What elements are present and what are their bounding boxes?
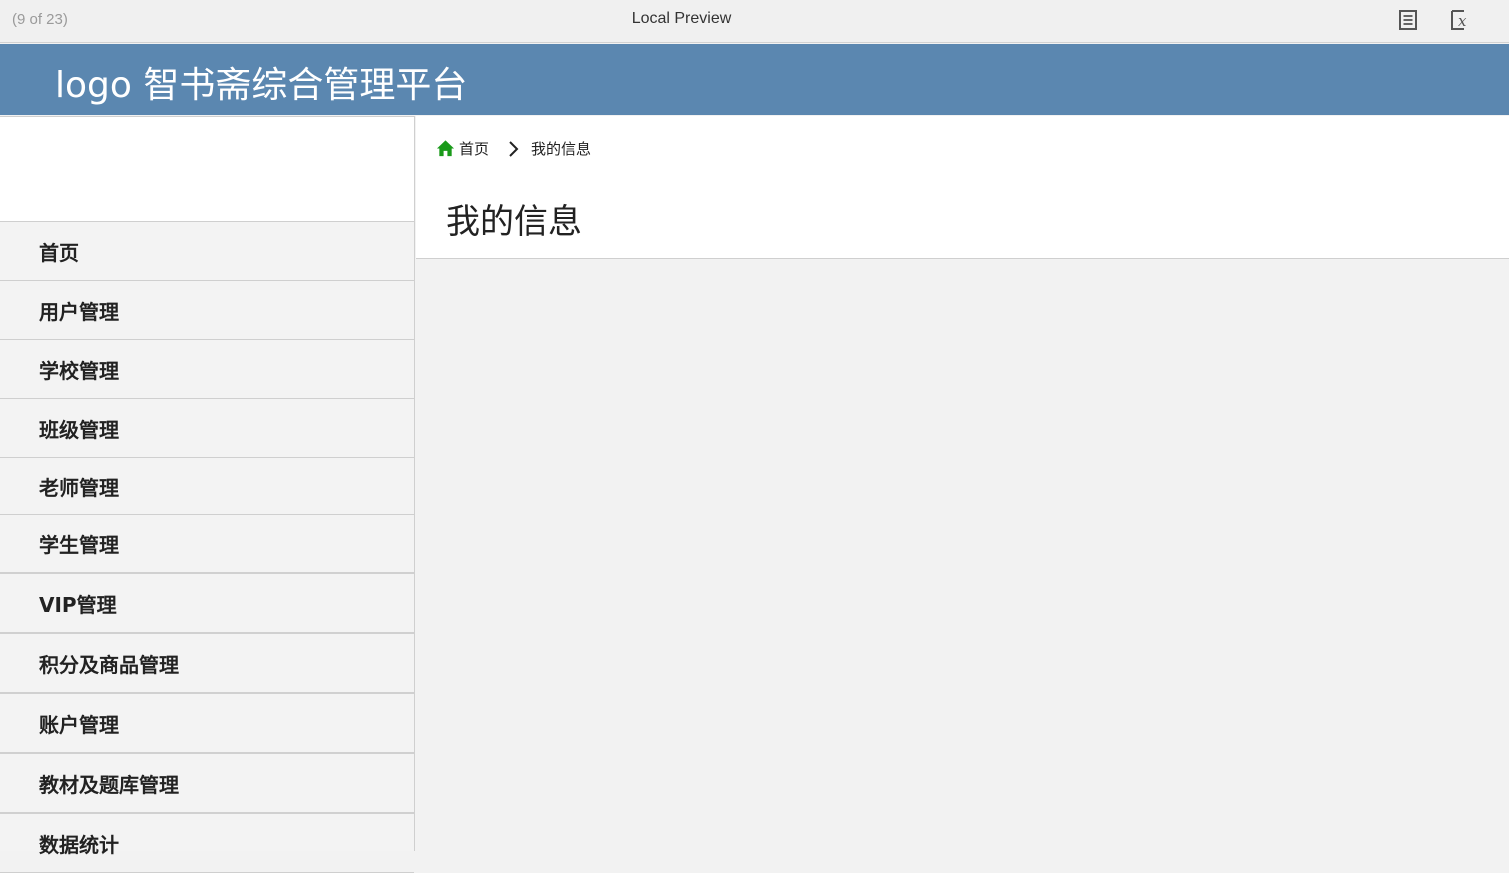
breadcrumb: 首页 我的信息 — [436, 138, 591, 159]
close-preview-icon[interactable]: x — [1449, 9, 1471, 31]
page-title: 我的信息 — [446, 202, 582, 242]
content-header: 首页 我的信息 我的信息 — [416, 116, 1509, 259]
sidebar-item-students[interactable]: 学生管理 — [0, 515, 414, 574]
app-header: logo 智书斋综合管理平台 — [0, 44, 1509, 115]
svg-text:x: x — [1458, 12, 1467, 30]
sidebar-item-vip[interactable]: VIP管理 — [0, 574, 414, 634]
sidebar-item-home[interactable]: 首页 — [0, 222, 414, 281]
chevron-right-icon — [509, 140, 519, 157]
sidebar-item-textbooks[interactable]: 教材及题库管理 — [0, 754, 414, 814]
sidebar-item-accounts[interactable]: 账户管理 — [0, 694, 414, 754]
sidebar-item-statistics[interactable]: 数据统计 — [0, 814, 414, 873]
sidebar-item-points-goods[interactable]: 积分及商品管理 — [0, 634, 414, 694]
preview-title: Local Preview — [631, 10, 732, 27]
content-body — [416, 260, 1509, 851]
sidebar: 首页 用户管理 学校管理 班级管理 老师管理 学生管理 VIP管理 积分及商品管… — [0, 116, 415, 873]
preview-toolbar: (9 of 23) Local Preview x — [0, 0, 1509, 43]
notes-icon[interactable] — [1397, 9, 1419, 31]
sidebar-item-schools[interactable]: 学校管理 — [0, 340, 414, 399]
breadcrumb-home-link[interactable]: 首页 — [459, 138, 489, 159]
app-title: logo 智书斋综合管理平台 — [55, 65, 468, 106]
sidebar-item-teachers[interactable]: 老师管理 — [0, 458, 414, 515]
sidebar-top-panel — [0, 117, 414, 222]
home-icon[interactable] — [436, 139, 455, 158]
sidebar-item-classes[interactable]: 班级管理 — [0, 399, 414, 458]
breadcrumb-current: 我的信息 — [531, 140, 592, 158]
sidebar-item-users[interactable]: 用户管理 — [0, 281, 414, 340]
